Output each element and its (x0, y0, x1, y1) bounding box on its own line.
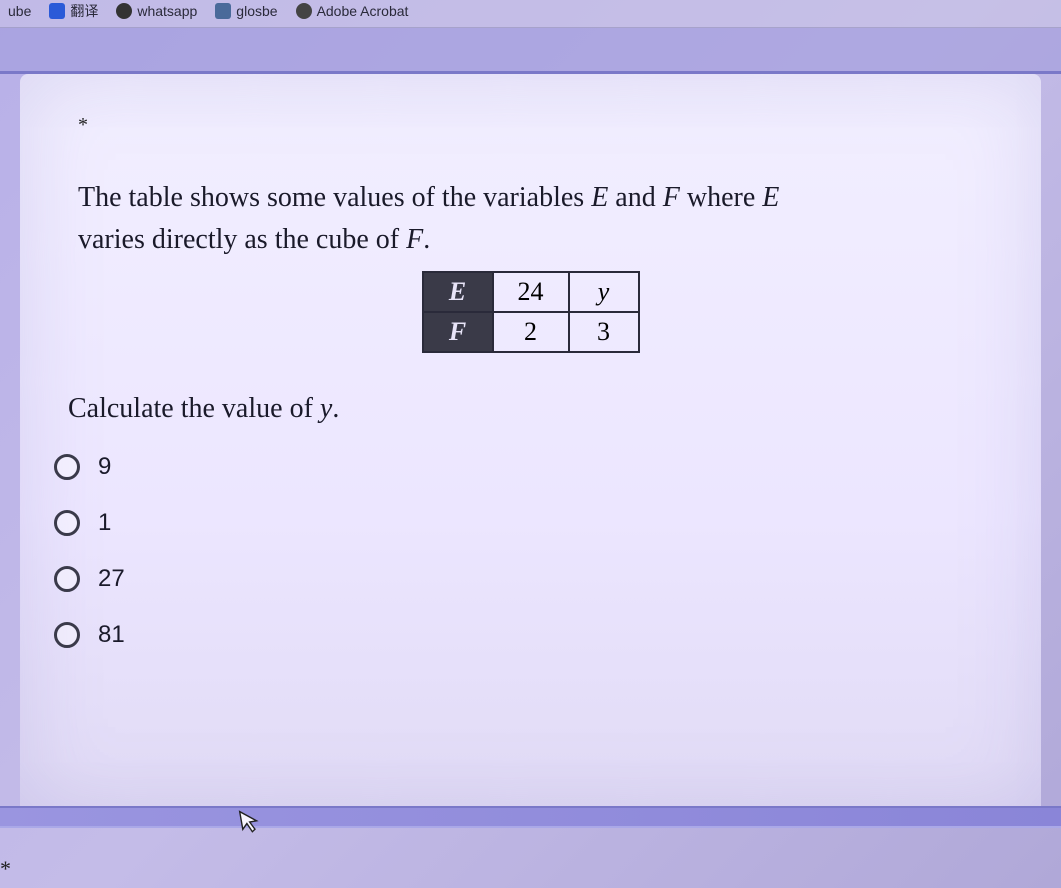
option-label: 9 (98, 453, 111, 481)
bookmark-label: glosbe (236, 3, 277, 19)
variable-e: E (591, 182, 608, 213)
bookmark-label: Adobe Acrobat (317, 3, 409, 19)
option-1[interactable]: 1 (54, 509, 983, 537)
acrobat-icon (296, 3, 312, 19)
bookmarks-bar: ube 翻译 whatsapp glosbe Adobe Acrobat (0, 0, 1061, 28)
table-row: F 2 3 (423, 312, 639, 352)
radio-icon (54, 510, 80, 536)
variable-y: y (320, 393, 332, 424)
question-prompt: The table shows some values of the varia… (78, 177, 983, 261)
table-cell: 2 (493, 312, 569, 352)
bookmark-translate[interactable]: 翻译 (49, 1, 98, 21)
radio-icon (54, 622, 80, 648)
question-card: * The table shows some values of the var… (20, 74, 1041, 814)
required-asterisk: * (78, 114, 983, 137)
option-27[interactable]: 27 (54, 565, 983, 593)
page-header-strip (0, 28, 1061, 74)
bookmark-acrobat[interactable]: Adobe Acrobat (296, 3, 409, 19)
bookmark-label: whatsapp (137, 3, 197, 19)
table-cell: 3 (569, 312, 639, 352)
table-cell: 24 (493, 272, 569, 312)
table-header-e: E (423, 272, 493, 312)
option-label: 81 (98, 621, 125, 649)
footer-asterisk: * (0, 856, 11, 882)
radio-icon (54, 454, 80, 480)
table-cell: y (569, 272, 639, 312)
prompt-text: . (423, 224, 430, 255)
bookmark-whatsapp[interactable]: whatsapp (116, 3, 197, 19)
bottom-bar (0, 806, 1061, 828)
variable-e: E (762, 182, 779, 213)
sub-question: Calculate the value of y. (68, 393, 983, 425)
table-header-f: F (423, 312, 493, 352)
bookmark-label: ube (8, 3, 31, 19)
bookmark-glosbe[interactable]: glosbe (215, 3, 277, 19)
option-9[interactable]: 9 (54, 453, 983, 481)
bookmark-label: 翻译 (70, 1, 98, 21)
option-81[interactable]: 81 (54, 621, 983, 649)
radio-icon (54, 566, 80, 592)
prompt-text: The table shows some values of the varia… (78, 182, 591, 213)
options-group: 9 1 27 81 (54, 453, 983, 649)
table-row: E 24 y (423, 272, 639, 312)
option-label: 1 (98, 509, 111, 537)
bookmark-ube[interactable]: ube (8, 3, 31, 19)
variable-f: F (663, 182, 680, 213)
data-table: E 24 y F 2 3 (422, 271, 640, 353)
glosbe-icon (215, 3, 231, 19)
doc-icon (49, 3, 65, 19)
prompt-text: varies directly as the cube of (78, 224, 406, 255)
whatsapp-icon (116, 3, 132, 19)
variable-f: F (406, 224, 423, 255)
sub-prompt-text: . (332, 393, 339, 424)
prompt-text: where (680, 182, 762, 213)
option-label: 27 (98, 565, 125, 593)
prompt-text: and (608, 182, 662, 213)
sub-prompt-text: Calculate the value of (68, 393, 320, 424)
